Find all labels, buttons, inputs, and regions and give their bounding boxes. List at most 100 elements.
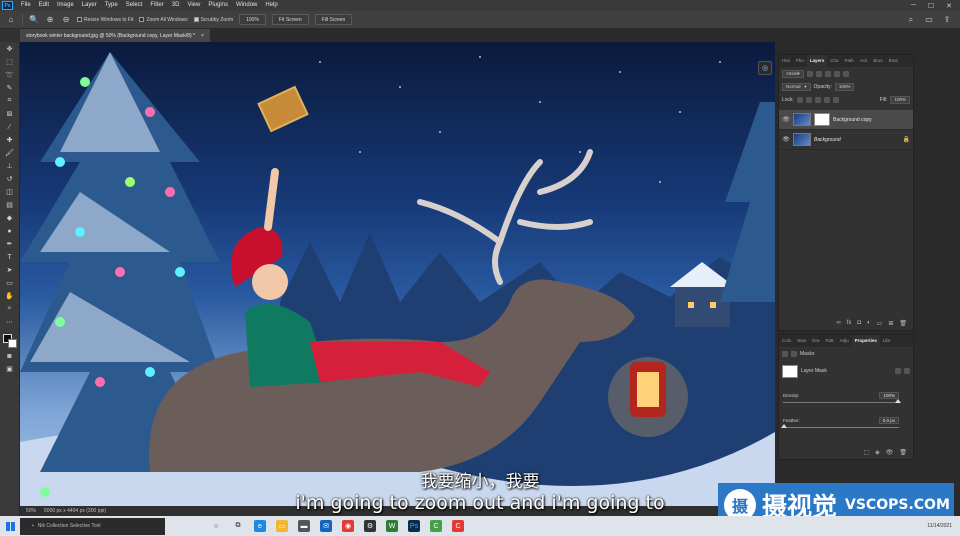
scrubby-zoom-checkbox[interactable]: Scrubby Zoom <box>193 17 233 23</box>
menu-type[interactable]: Type <box>101 0 122 11</box>
tab-brushes[interactable]: Brus <box>870 55 885 67</box>
filter-pixel-icon[interactable] <box>806 70 813 77</box>
more-tools-icon[interactable]: ⋯ <box>4 317 16 327</box>
resize-windows-checkbox[interactable]: Resize Windows to Fit <box>77 17 133 23</box>
quick-select-tool-icon[interactable]: ✎ <box>4 83 16 93</box>
zoom-in-icon[interactable]: ⊕ <box>45 15 55 25</box>
path-select-icon[interactable]: ➤ <box>4 265 16 275</box>
frame-tool-icon[interactable]: ⊠ <box>4 109 16 119</box>
tab-gradients[interactable]: Gra <box>809 335 823 347</box>
history-brush-icon[interactable]: ↺ <box>4 174 16 184</box>
menu-edit[interactable]: Edit <box>35 0 53 11</box>
menu-image[interactable]: Image <box>53 0 78 11</box>
pen-tool-icon[interactable]: ✒ <box>4 239 16 249</box>
taskbar-active-window[interactable]: ▪ Nik Collection Selective Tool <box>20 517 165 535</box>
zoom-tool-icon[interactable]: 🔍 <box>29 15 39 25</box>
menu-3d[interactable]: 3D <box>168 0 184 11</box>
zoom-all-windows-checkbox[interactable]: Zoom All Windows <box>139 17 188 23</box>
filter-smart-icon[interactable] <box>842 70 849 77</box>
menu-file[interactable]: File <box>17 0 35 11</box>
eraser-tool-icon[interactable]: ◫ <box>4 187 16 197</box>
store-icon[interactable]: ▬ <box>298 520 310 532</box>
quick-mask-icon[interactable]: ◙ <box>4 351 16 361</box>
link-layers-icon[interactable]: ∞ <box>836 320 840 326</box>
filter-type-icon[interactable] <box>824 70 831 77</box>
toggle-mask-icon[interactable]: 👁 <box>886 449 894 456</box>
gradient-tool-icon[interactable]: ▤ <box>4 200 16 210</box>
dodge-tool-icon[interactable]: ● <box>4 226 16 236</box>
crop-tool-icon[interactable]: ⌗ <box>4 96 16 106</box>
menu-filter[interactable]: Filter <box>146 0 167 11</box>
add-vector-mask-icon[interactable] <box>904 368 910 374</box>
tab-layers[interactable]: Layers <box>806 55 828 67</box>
load-selection-icon[interactable]: ⬚ <box>863 449 869 456</box>
start-button[interactable] <box>0 516 20 536</box>
select-pixel-mask-icon[interactable] <box>895 368 901 374</box>
adjustment-layer-icon[interactable]: ◐ <box>867 320 871 326</box>
tab-history[interactable]: Hist <box>779 55 793 67</box>
tab-adjustments[interactable]: Adju <box>837 335 852 347</box>
file-explorer-icon[interactable]: ▭ <box>276 520 288 532</box>
red-app-icon[interactable]: C <box>452 520 464 532</box>
tab-channels[interactable]: Cha <box>827 55 841 67</box>
mini-panel-icon[interactable]: ◎ <box>758 61 772 75</box>
filter-adjust-icon[interactable] <box>815 70 822 77</box>
tab-paths[interactable]: Path <box>842 55 857 67</box>
move-tool-icon[interactable]: ✥ <box>4 44 16 54</box>
menu-plugins[interactable]: Plugins <box>204 0 232 11</box>
blur-tool-icon[interactable]: ◆ <box>4 213 16 223</box>
fill-screen-button[interactable]: Fill Screen <box>314 14 353 25</box>
filter-shape-icon[interactable] <box>833 70 840 77</box>
background-color[interactable] <box>7 339 17 348</box>
shape-tool-icon[interactable]: ▭ <box>4 278 16 288</box>
feather-slider-track[interactable] <box>783 427 899 428</box>
delete-mask-icon[interactable]: 🗑 <box>899 449 907 456</box>
workspace-icon[interactable]: ▭ <box>924 15 934 25</box>
maximize-icon[interactable]: ☐ <box>928 2 934 10</box>
mail-icon[interactable]: ✉ <box>320 520 332 532</box>
screen-mode-icon[interactable]: ▣ <box>4 364 16 374</box>
search-icon[interactable]: ⌕ <box>906 15 916 25</box>
fill-input[interactable]: 100% <box>890 95 910 104</box>
app-w-icon[interactable]: W <box>386 520 398 532</box>
menu-help[interactable]: Help <box>261 0 281 11</box>
menu-window[interactable]: Window <box>232 0 261 11</box>
feather-slider-knob[interactable] <box>781 424 787 428</box>
density-slider-track[interactable] <box>783 402 899 403</box>
zoom-tool-icon[interactable]: ⌕ <box>4 304 16 314</box>
lock-paint-icon[interactable] <box>805 96 812 103</box>
fx-icon[interactable]: fx <box>847 320 852 326</box>
menu-layer[interactable]: Layer <box>78 0 101 11</box>
eyedropper-tool-icon[interactable]: ⁄ <box>4 122 16 132</box>
lock-position-icon[interactable] <box>814 96 821 103</box>
brush-tool-icon[interactable]: 🖌 <box>4 148 16 158</box>
vector-mask-icon[interactable] <box>791 350 797 357</box>
add-mask-icon[interactable]: ◘ <box>857 320 861 326</box>
close-window-icon[interactable]: ✕ <box>946 2 952 10</box>
new-group-icon[interactable]: ▭ <box>877 320 883 327</box>
healing-brush-icon[interactable]: ✚ <box>4 135 16 145</box>
document-canvas[interactable] <box>20 42 775 506</box>
visibility-eye-icon[interactable]: 👁 <box>782 116 790 123</box>
zoom-100-button[interactable]: 100% <box>239 14 266 25</box>
new-layer-icon[interactable]: ⊞ <box>888 320 893 327</box>
hand-tool-icon[interactable]: ✋ <box>4 291 16 301</box>
marquee-tool-icon[interactable]: ⬚ <box>4 57 16 67</box>
tab-patterns[interactable]: Patt <box>823 335 837 347</box>
edge-icon[interactable]: e <box>254 520 266 532</box>
lock-all-icon[interactable] <box>832 96 839 103</box>
cortana-icon[interactable]: ○ <box>210 520 222 532</box>
tab-actions[interactable]: Acti <box>857 55 871 67</box>
visibility-eye-icon[interactable]: 👁 <box>782 136 790 143</box>
clone-stamp-icon[interactable]: ⊥ <box>4 161 16 171</box>
green-app-icon[interactable]: C <box>430 520 442 532</box>
tab-swatches[interactable]: Swa <box>794 335 809 347</box>
layer-mask-thumbnail[interactable] <box>814 113 830 126</box>
share-icon[interactable]: ⇪ <box>942 15 952 25</box>
tab-brush-settings[interactable]: Bras <box>886 55 901 67</box>
tab-properties[interactable]: Properties <box>851 335 880 347</box>
density-input[interactable]: 100% <box>879 392 899 399</box>
minimize-icon[interactable]: ─ <box>911 2 916 10</box>
close-tab-icon[interactable]: × <box>201 33 204 39</box>
pixel-mask-icon[interactable] <box>782 350 788 357</box>
